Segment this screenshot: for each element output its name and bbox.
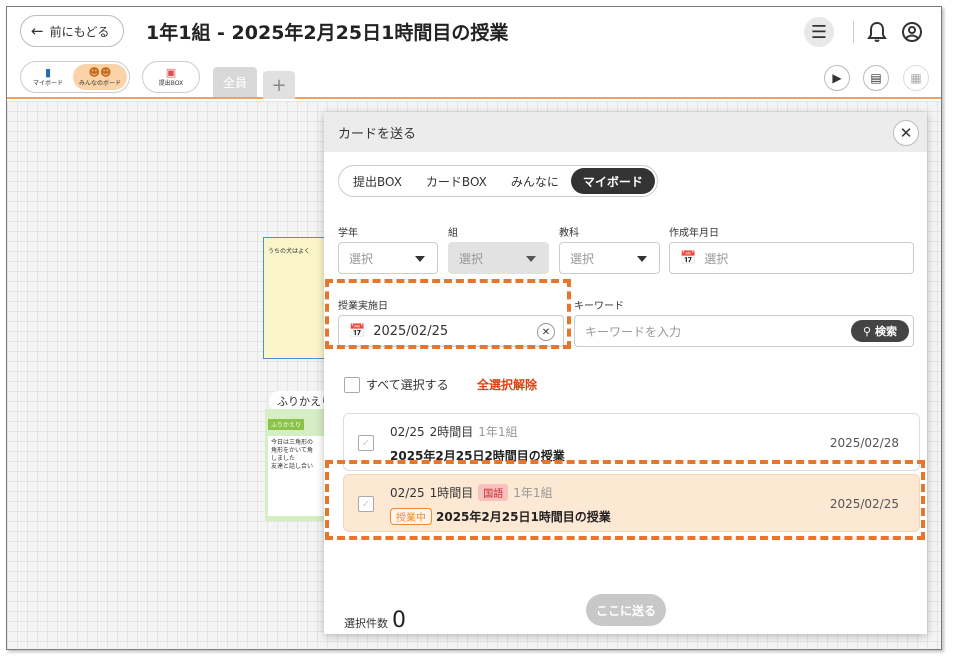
search-button[interactable]: ⚲ 検索 xyxy=(850,320,909,342)
send-here-button[interactable]: ここに送る xyxy=(586,594,666,626)
class-label: 組 xyxy=(448,228,458,239)
lesson-date-label: 授業実施日 xyxy=(338,301,388,312)
hamburger-menu-icon[interactable]: ☰ xyxy=(804,17,834,47)
lesson-title: 授業中 2025年2月25日1時間目の授業 xyxy=(390,508,611,525)
back-label: 前にもどる xyxy=(49,24,110,39)
card-body: 今日は三角形の 角形をかいて角 しました 友達と話し合い xyxy=(268,436,330,516)
lesson-period: 2時間目 xyxy=(429,425,474,439)
selected-count: 選択件数 0 xyxy=(344,608,406,633)
lesson-row[interactable]: ✓ 02/25 1時間目 国語 1年1組 授業中 2025年2月25日1時間目の… xyxy=(343,474,920,532)
subject-label: 教科 xyxy=(559,228,579,239)
grid-icon[interactable]: ▦ xyxy=(903,65,929,91)
grade-select[interactable]: 選択 xyxy=(338,242,438,274)
lesson-date: 02/25 xyxy=(390,485,425,500)
back-button[interactable]: ← 前にもどる xyxy=(20,15,125,47)
subject-select-value: 選択 xyxy=(570,251,595,266)
caret-down-icon xyxy=(637,256,647,262)
dialog-header: カードを送る xyxy=(324,112,927,152)
keyword-placeholder: キーワードを入力 xyxy=(585,324,682,339)
lesson-row[interactable]: ✓ 02/25 2時間目 1年1組 2025年2月25日2時間目の授業 2025… xyxy=(343,413,920,471)
caret-down-icon xyxy=(526,256,536,262)
arrow-left-icon: ← xyxy=(31,22,44,40)
class-select[interactable]: 選択 xyxy=(448,242,549,274)
grade-label: 学年 xyxy=(338,228,358,239)
tab-card-box[interactable]: カードBOX xyxy=(414,168,499,194)
lesson-class: 1年1組 xyxy=(478,425,518,439)
my-board-toggle[interactable]: ▮ マイボード xyxy=(23,64,73,90)
board-card-yellow[interactable]: うちの犬はよく xyxy=(263,237,333,359)
checkbox[interactable] xyxy=(344,376,360,393)
send-card-dialog: カードを送る ✕ 提出BOX カードBOX みんなに マイボード 学年 組 教科… xyxy=(324,112,927,634)
add-tab-button[interactable]: + xyxy=(263,71,295,99)
tab-all-members[interactable]: 全員 xyxy=(213,67,257,97)
board-switcher: ▮ マイボード ☻☻ みんなのボード xyxy=(20,61,130,93)
lesson-title: 2025年2月25日2時間目の授業 xyxy=(390,447,565,464)
dialog-title: カードを送る xyxy=(338,126,417,142)
tab-submission-box[interactable]: 提出BOX xyxy=(341,168,414,194)
lesson-date: 02/25 xyxy=(390,424,425,439)
grade-select-value: 選択 xyxy=(349,251,374,266)
card-line: 今日は三角形の xyxy=(271,439,314,446)
created-date-field[interactable]: 📅 選択 xyxy=(669,242,914,274)
card-line: 友達と話し合い xyxy=(271,463,314,470)
clear-icon[interactable]: ✕ xyxy=(537,323,555,341)
calendar-icon: 📅 xyxy=(349,323,366,339)
everyone-board-label: みんなのボード xyxy=(78,80,121,87)
my-board-label: マイボード xyxy=(32,80,63,87)
select-all-label: すべて選択する xyxy=(366,378,449,392)
row-checkbox[interactable]: ✓ xyxy=(358,435,374,451)
lesson-updated-date: 2025/02/28 xyxy=(829,436,899,450)
search-label: 検索 xyxy=(875,325,897,338)
search-icon: ⚲ xyxy=(862,324,871,338)
lesson-title-text: 2025年2月25日1時間目の授業 xyxy=(436,510,611,524)
deselect-all-link[interactable]: 全選択解除 xyxy=(477,376,537,393)
card-line: 角形をかいて角 xyxy=(271,447,313,454)
bell-icon[interactable] xyxy=(862,17,892,47)
calendar-icon: 📅 xyxy=(680,250,697,266)
status-badge: 授業中 xyxy=(390,508,432,525)
card-tag: ふりかえり xyxy=(268,419,305,430)
my-board-icon: ▮ xyxy=(44,66,52,79)
inbox-icon: ▣ xyxy=(165,66,177,79)
page-title: 1年1組 - 2025年2月25日1時間目の授業 xyxy=(146,22,509,44)
subject-select[interactable]: 選択 xyxy=(559,242,660,274)
screen-share-icon[interactable]: ▤ xyxy=(863,65,889,91)
class-select-value: 選択 xyxy=(459,251,484,266)
close-icon[interactable]: ✕ xyxy=(893,120,919,146)
everyone-board-toggle[interactable]: ☻☻ みんなのボード xyxy=(73,64,127,90)
keyword-label: キーワード xyxy=(574,301,624,312)
lesson-meta: 02/25 1時間目 国語 1年1組 xyxy=(390,484,553,501)
lesson-period: 1時間目 xyxy=(429,486,474,500)
lesson-class: 1年1組 xyxy=(513,486,553,500)
select-all-checkbox[interactable]: すべて選択する xyxy=(344,376,449,393)
people-icon: ☻☻ xyxy=(88,66,112,79)
destination-tabs: 提出BOX カードBOX みんなに マイボード xyxy=(338,165,658,197)
tab-my-board[interactable]: マイボード xyxy=(570,168,655,194)
row-checkbox[interactable]: ✓ xyxy=(358,496,374,512)
selected-count-value: 0 xyxy=(392,608,406,633)
card-text: うちの犬はよく xyxy=(268,248,311,255)
submission-box-label: 提出BOX xyxy=(158,80,184,87)
lesson-title-text: 2025年2月25日2時間目の授業 xyxy=(390,449,565,463)
created-date-label: 作成年月日 xyxy=(669,228,719,239)
user-account-icon[interactable] xyxy=(897,17,927,47)
board-card-green[interactable]: ふりかえり 今日は三角形の 角形をかいて角 しました 友達と話し合い xyxy=(265,409,333,521)
lesson-updated-date: 2025/02/25 xyxy=(829,497,899,511)
lesson-date-value: 2025/02/25 xyxy=(373,323,449,339)
subject-badge: 国語 xyxy=(478,484,509,501)
lesson-date-field[interactable]: 📅 2025/02/25 ✕ xyxy=(338,315,564,347)
card-line: しました xyxy=(271,455,296,462)
top-bar: ← 前にもどる 1年1組 - 2025年2月25日1時間目の授業 ☰ ▮ マイボ… xyxy=(7,7,941,99)
caret-down-icon xyxy=(415,256,425,262)
created-date-value: 選択 xyxy=(704,251,729,266)
tab-everyone[interactable]: みんなに xyxy=(499,168,571,194)
lesson-meta: 02/25 2時間目 1年1組 xyxy=(390,423,518,440)
video-icon[interactable]: ▶ xyxy=(824,65,850,91)
selected-count-label: 選択件数 xyxy=(344,617,388,630)
divider xyxy=(853,21,854,43)
app-window: ← 前にもどる 1年1組 - 2025年2月25日1時間目の授業 ☰ ▮ マイボ… xyxy=(6,6,942,650)
submission-box-button[interactable]: ▣ 提出BOX xyxy=(142,61,200,93)
keyword-input[interactable]: キーワードを入力 ⚲ 検索 xyxy=(574,315,914,347)
